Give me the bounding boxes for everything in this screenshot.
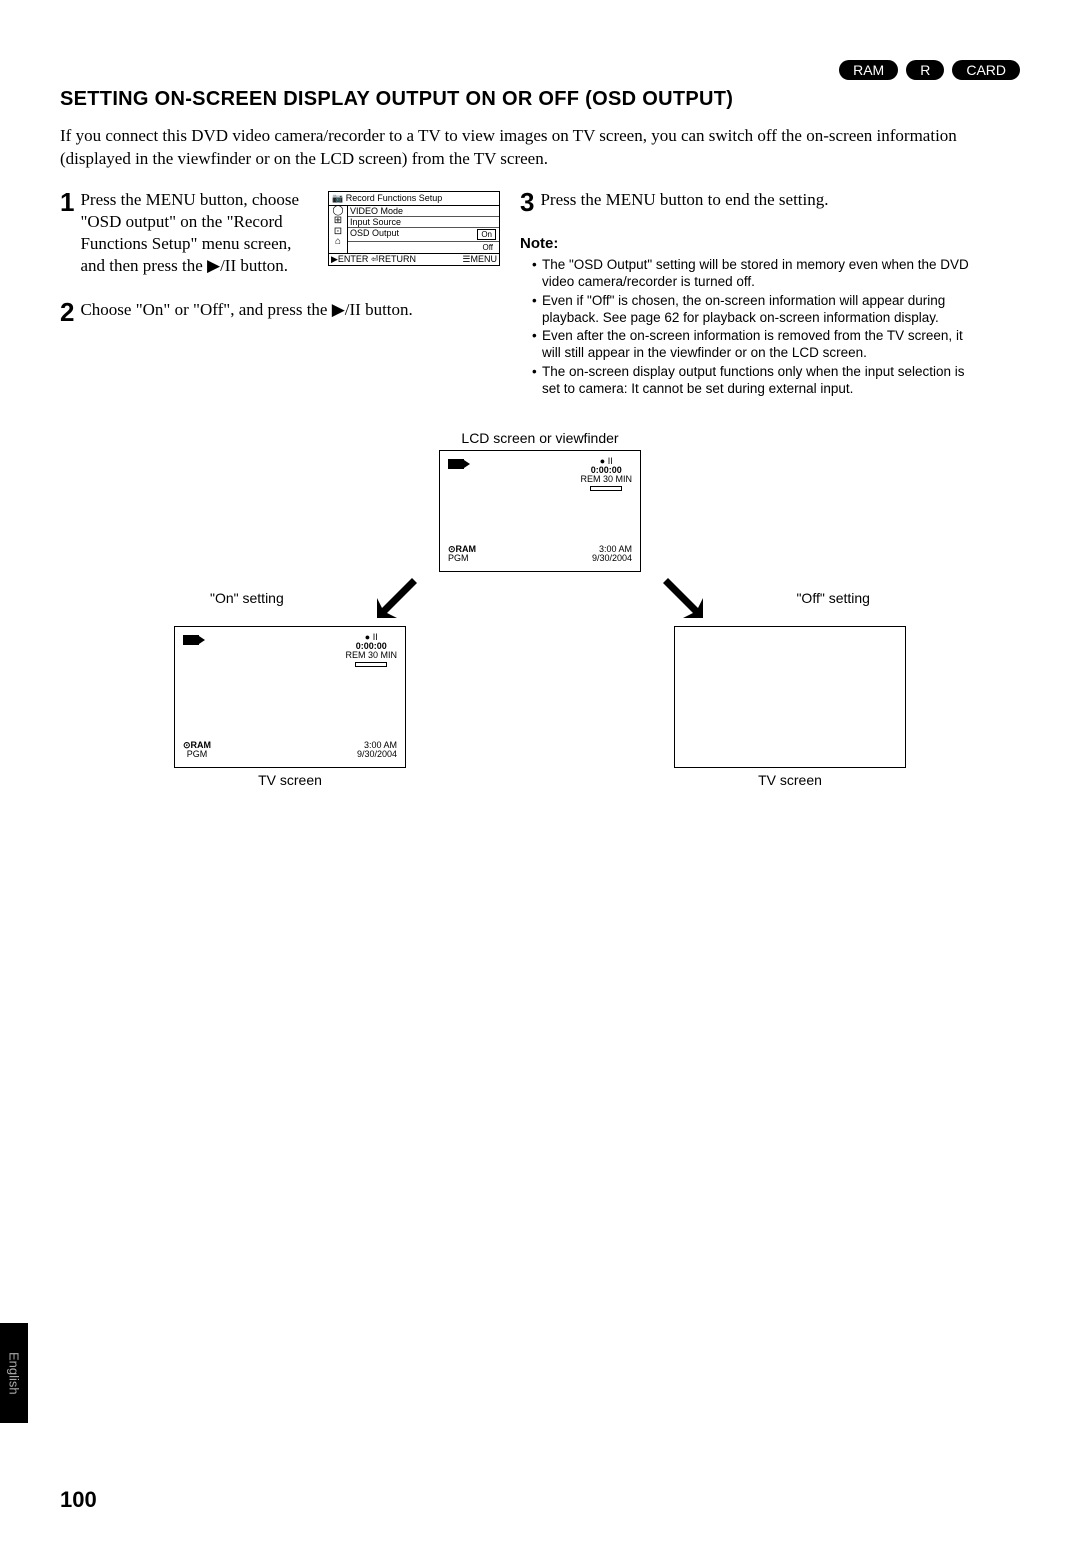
right-column: 3 Press the MENU button to end the setti…: [520, 189, 980, 400]
step-3-text: Press the MENU button to end the setting…: [540, 189, 828, 211]
intro-paragraph: If you connect this DVD video camera/rec…: [60, 125, 1020, 171]
arrow-down-right-icon: [663, 578, 703, 618]
lcd-overlay: ● II0:00:00REM 30 MIN ⊙RAMPGM 3:00 AM9/3…: [440, 451, 640, 571]
camera-icon: [448, 459, 464, 469]
media-badges: RAM R CARD: [60, 60, 1020, 80]
step-1: 1 Press the MENU button, choose "OSD out…: [60, 189, 320, 277]
step-2-number: 2: [60, 299, 74, 325]
off-setting-label: "Off" setting: [796, 590, 870, 606]
menu-screenshot: 📷 Record Functions Setup ◯⊞⊡⌂ VIDEO Mode…: [328, 191, 500, 266]
note-item: Even if "Off" is chosen, the on-screen i…: [532, 293, 980, 327]
menu-row-3: OSD Output: [350, 228, 399, 241]
step-2-text: Choose "On" or "Off", and press the ▶/II…: [80, 299, 412, 321]
note-label: Note:: [520, 235, 558, 252]
menu-header: 📷 Record Functions Setup: [329, 192, 499, 206]
menu-opt-off: Off: [479, 243, 496, 252]
page-number: 100: [60, 1487, 97, 1513]
tv-caption-off: TV screen: [620, 772, 960, 788]
tv-on-overlay: ● II0:00:00REM 30 MIN ⊙RAMPGM 3:00 AM9/3…: [175, 627, 405, 767]
step-3-number: 3: [520, 189, 534, 215]
language-tab: English: [0, 1323, 28, 1423]
step-2: 2 Choose "On" or "Off", and press the ▶/…: [60, 299, 500, 325]
menu-opt-on: On: [477, 229, 496, 240]
tv-screen-on: ● II0:00:00REM 30 MIN ⊙RAMPGM 3:00 AM9/3…: [174, 626, 406, 768]
menu-footer: ▶ENTER ⏎RETURN ☰MENU: [329, 253, 499, 265]
columns: 1 Press the MENU button, choose "OSD out…: [60, 189, 1020, 400]
notes-list: The "OSD Output" setting will be stored …: [520, 257, 980, 398]
lcd-screen-box: ● II0:00:00REM 30 MIN ⊙RAMPGM 3:00 AM9/3…: [439, 450, 641, 572]
lcd-title: LCD screen or viewfinder: [60, 430, 1020, 446]
step-1-text: Press the MENU button, choose "OSD outpu…: [80, 189, 320, 277]
step-3: 3 Press the MENU button to end the setti…: [520, 189, 980, 215]
note-item: The "OSD Output" setting will be stored …: [532, 257, 980, 291]
note-item: Even after the on-screen information is …: [532, 328, 980, 362]
left-column: 1 Press the MENU button, choose "OSD out…: [60, 189, 500, 400]
osd-diagram: LCD screen or viewfinder ● II0:00:00REM …: [60, 430, 1020, 788]
tv-off-column: TV screen: [620, 626, 960, 788]
tv-caption-on: TV screen: [120, 772, 460, 788]
page-title: SETTING ON-SCREEN DISPLAY OUTPUT ON OR O…: [60, 88, 1020, 111]
tv-screen-off: [674, 626, 906, 768]
on-setting-label: "On" setting: [210, 590, 284, 606]
arrow-down-left-icon: [377, 578, 417, 618]
badge-card: CARD: [952, 60, 1020, 80]
tv-on-column: ● II0:00:00REM 30 MIN ⊙RAMPGM 3:00 AM9/3…: [120, 626, 460, 788]
manual-page: RAM R CARD SETTING ON-SCREEN DISPLAY OUT…: [0, 0, 1080, 1543]
menu-row-1: VIDEO Mode: [350, 206, 403, 216]
menu-row-2: Input Source: [350, 217, 401, 227]
note-item: The on-screen display output functions o…: [532, 364, 980, 398]
badge-r: R: [906, 60, 944, 80]
camera-icon: [183, 635, 199, 645]
menu-rows: VIDEO Mode Input Source OSD Output On Of…: [348, 206, 499, 253]
step-1-number: 1: [60, 189, 74, 215]
menu-icon-column: ◯⊞⊡⌂: [329, 206, 348, 253]
badge-ram: RAM: [839, 60, 898, 80]
